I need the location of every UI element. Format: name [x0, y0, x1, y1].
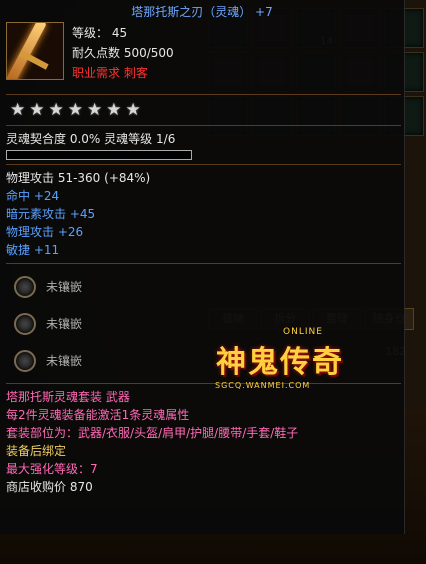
item-header: 等级： 45 耐久点数 500/500 职业需求 刺客	[6, 22, 398, 90]
divider	[6, 94, 401, 95]
socket-slot[interactable]: 未镶嵌	[6, 268, 398, 305]
sword-icon	[6, 22, 64, 80]
empty-socket-icon	[14, 349, 36, 372]
logo-title: 神鬼传奇	[216, 345, 344, 380]
set-bonus: 每2件灵魂装备能激活1条灵魂属性	[6, 408, 190, 422]
logo-url: SGCQ.WANMEI.COM	[215, 381, 311, 390]
enhancement-stars: ★ ★ ★ ★ ★ ★ ★	[6, 99, 398, 121]
logo-online-text: ONLINE	[283, 327, 323, 337]
durability-label: 耐久点数	[72, 46, 121, 60]
socket-label: 未镶嵌	[46, 317, 83, 331]
star-icon: ★	[29, 99, 45, 120]
star-icon: ★	[125, 99, 141, 120]
empty-socket-icon	[14, 275, 36, 298]
divider	[6, 263, 401, 264]
star-icon: ★	[87, 99, 103, 120]
soul-level-label: 灵魂等级	[104, 132, 153, 146]
star-icon: ★	[10, 99, 26, 120]
stats-list: 物理攻击 51-360 (+84%) 命中 +24 暗元素攻击 +45 物理攻击…	[6, 169, 398, 259]
item-basic-info: 等级： 45 耐久点数 500/500 职业需求 刺客	[72, 22, 174, 90]
divider	[6, 164, 401, 165]
socket-label: 未镶嵌	[46, 280, 83, 294]
star-icon: ★	[106, 99, 122, 120]
level-value: 45	[111, 26, 128, 40]
item-level: 等级： 45	[72, 24, 174, 41]
soul-info: 灵魂契合度 0.0% 灵魂等级 1/6	[6, 130, 398, 148]
divider	[6, 125, 401, 126]
shop-price: 商店收购价 870	[6, 480, 93, 494]
game-logo: ONLINE 神鬼传奇 SGCQ.WANMEI.COM	[205, 325, 355, 400]
soul-progress-bar	[6, 150, 192, 160]
empty-socket-icon	[14, 312, 36, 335]
socket-label: 未镶嵌	[46, 354, 83, 368]
max-enhance-level: 最大强化等级：7	[6, 462, 98, 476]
level-label: 等级：	[72, 26, 109, 40]
stat-line: 敏捷 +11	[6, 243, 60, 257]
soul-fit-value: 0.0%	[69, 132, 101, 146]
item-durability: 耐久点数 500/500	[72, 44, 174, 61]
item-title: 塔那托斯之刃（灵魂） +7	[131, 5, 273, 19]
item-tooltip: 塔那托斯之刃（灵魂） +7 等级： 45 耐久点数 500/500 职业需求 刺…	[0, 0, 405, 534]
stat-line: 物理攻击 51-360 (+84%)	[6, 171, 151, 185]
star-icon: ★	[67, 99, 83, 120]
star-icon: ★	[48, 99, 64, 120]
stat-line: 物理攻击 +26	[6, 225, 84, 239]
set-info: 塔那托斯灵魂套装 武器 每2件灵魂装备能激活1条灵魂属性 套装部位为：武器/衣服…	[6, 388, 398, 496]
durability-value: 500/500	[123, 46, 174, 60]
stat-line: 命中 +24	[6, 189, 60, 203]
soul-fit-label: 灵魂契合度	[6, 132, 67, 146]
set-parts: 套装部位为：武器/衣服/头盔/肩甲/护腿/腰带/手套/鞋子	[6, 426, 299, 440]
bind-on-equip: 装备后绑定	[6, 444, 67, 458]
stat-line: 暗元素攻击 +45	[6, 207, 96, 221]
soul-level-value: 1/6	[156, 132, 176, 146]
class-requirement: 职业需求 刺客	[72, 66, 148, 80]
